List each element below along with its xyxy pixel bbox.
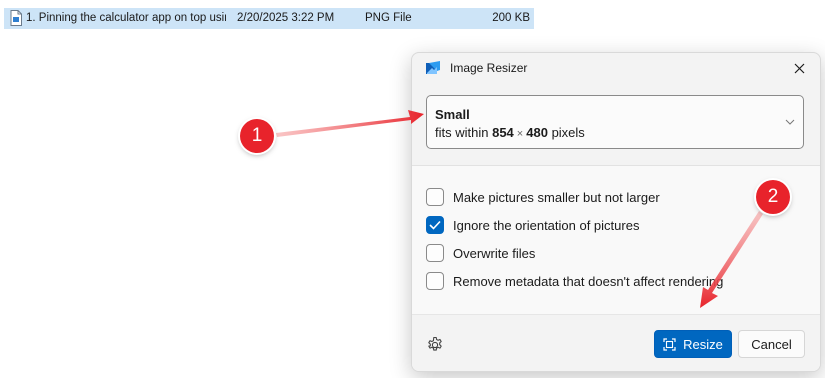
close-icon [794,63,804,73]
annotation-arrow-1 [276,110,424,137]
size-preset-name: Small [435,107,470,122]
file-size: 200 KB [492,12,530,24]
image-file-icon [10,10,22,26]
title-bar: Image Resizer [412,53,820,83]
option-label: Make pictures smaller but not larger [453,189,660,205]
checkbox-make-smaller[interactable] [426,188,444,206]
checkmark-icon [429,220,441,230]
option-ignore-orientation[interactable]: Ignore the orientation of pictures [426,214,639,236]
file-name: 1. Pinning the calculator app on top usi… [26,12,226,24]
chevron-down-icon [785,119,795,125]
cancel-button[interactable]: Cancel [738,330,805,358]
resize-button[interactable]: Resize [654,330,732,358]
checkbox-ignore-orientation[interactable] [426,216,444,234]
close-button[interactable] [786,56,812,80]
resize-icon [663,337,676,351]
dialog-title: Image Resizer [450,61,528,75]
annotation-badge-2: 2 [756,180,790,214]
file-list-row[interactable]: 1. Pinning the calculator app on top usi… [4,8,534,29]
dialog-footer: Resize Cancel [412,315,820,371]
resize-label: Resize [683,336,723,352]
gear-icon[interactable] [426,336,444,354]
option-make-smaller[interactable]: Make pictures smaller but not larger [426,186,660,208]
option-overwrite-files[interactable]: Overwrite files [426,242,535,264]
annotation-badge-1: 1 [240,119,274,153]
checkbox-remove-metadata[interactable] [426,272,444,290]
checkbox-overwrite-files[interactable] [426,244,444,262]
file-type: PNG File [365,12,412,24]
size-preset-dropdown[interactable]: Small fits within 854 × 480 pixels [426,95,804,149]
option-label: Remove metadata that doesn't affect rend… [453,273,724,289]
option-label: Ignore the orientation of pictures [453,217,640,233]
file-date: 2/20/2025 3:22 PM [237,12,335,24]
image-resizer-dialog: Image Resizer Small fits within 854 × 480 … [411,52,821,372]
image-resizer-app-icon [426,61,440,74]
option-remove-metadata[interactable]: Remove metadata that doesn't affect rend… [426,270,723,292]
cancel-label: Cancel [751,336,792,352]
size-preset-description: fits within 854 × 480 pixels [435,125,585,140]
option-label: Overwrite files [453,245,536,261]
